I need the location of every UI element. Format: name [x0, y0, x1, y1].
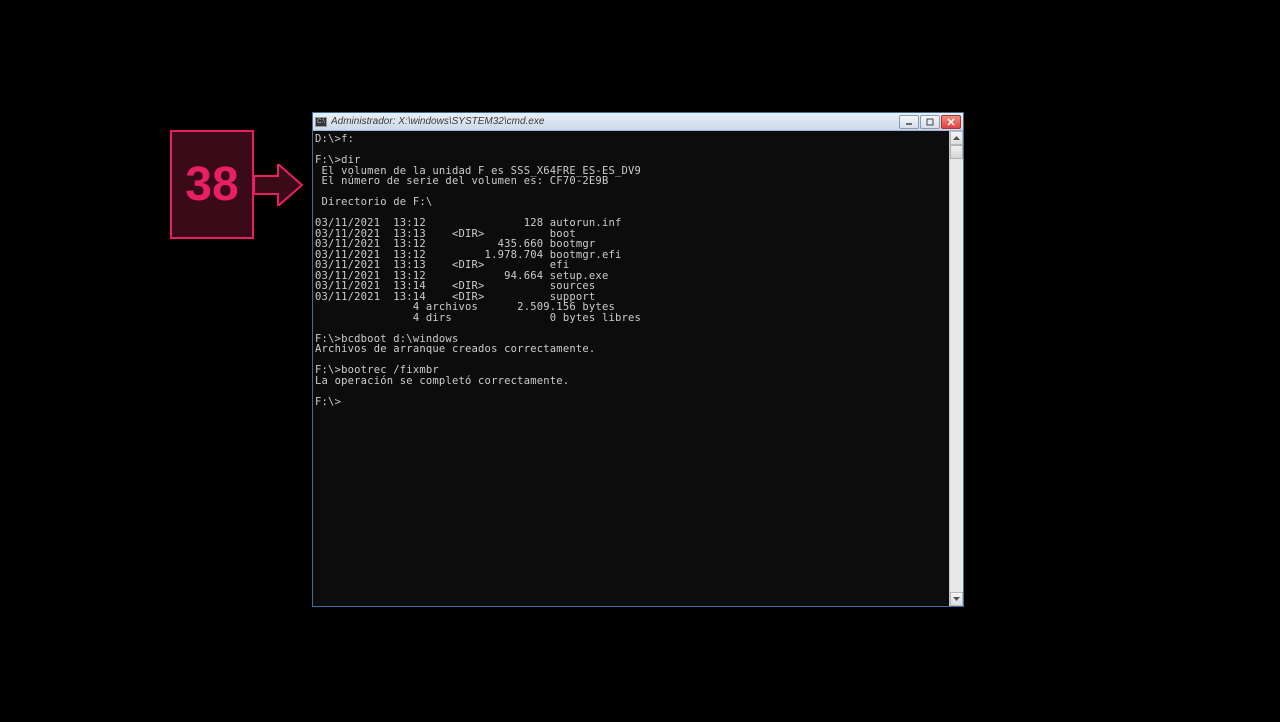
console-output[interactable]: D:\>f: F:\>dir El volumen de la unidad F…	[313, 131, 949, 606]
vertical-scrollbar[interactable]	[949, 131, 963, 606]
scroll-down-button[interactable]	[950, 592, 963, 606]
titlebar[interactable]: C:\ Administrador: X:\windows\SYSTEM32\c…	[313, 113, 963, 131]
window-title: Administrador: X:\windows\SYSTEM32\cmd.e…	[331, 116, 898, 127]
scroll-up-button[interactable]	[950, 131, 963, 145]
scroll-thumb[interactable]	[950, 145, 963, 159]
annotation-badge: 38	[170, 130, 254, 239]
console-area: D:\>f: F:\>dir El volumen de la unidad F…	[313, 131, 963, 606]
window-controls	[898, 115, 961, 129]
annotation-number: 38	[185, 157, 238, 212]
cmd-icon: C:\	[315, 117, 327, 127]
maximize-button[interactable]	[920, 115, 940, 129]
close-button[interactable]	[941, 115, 961, 129]
cmd-window: C:\ Administrador: X:\windows\SYSTEM32\c…	[312, 112, 964, 607]
minimize-button[interactable]	[899, 115, 919, 129]
